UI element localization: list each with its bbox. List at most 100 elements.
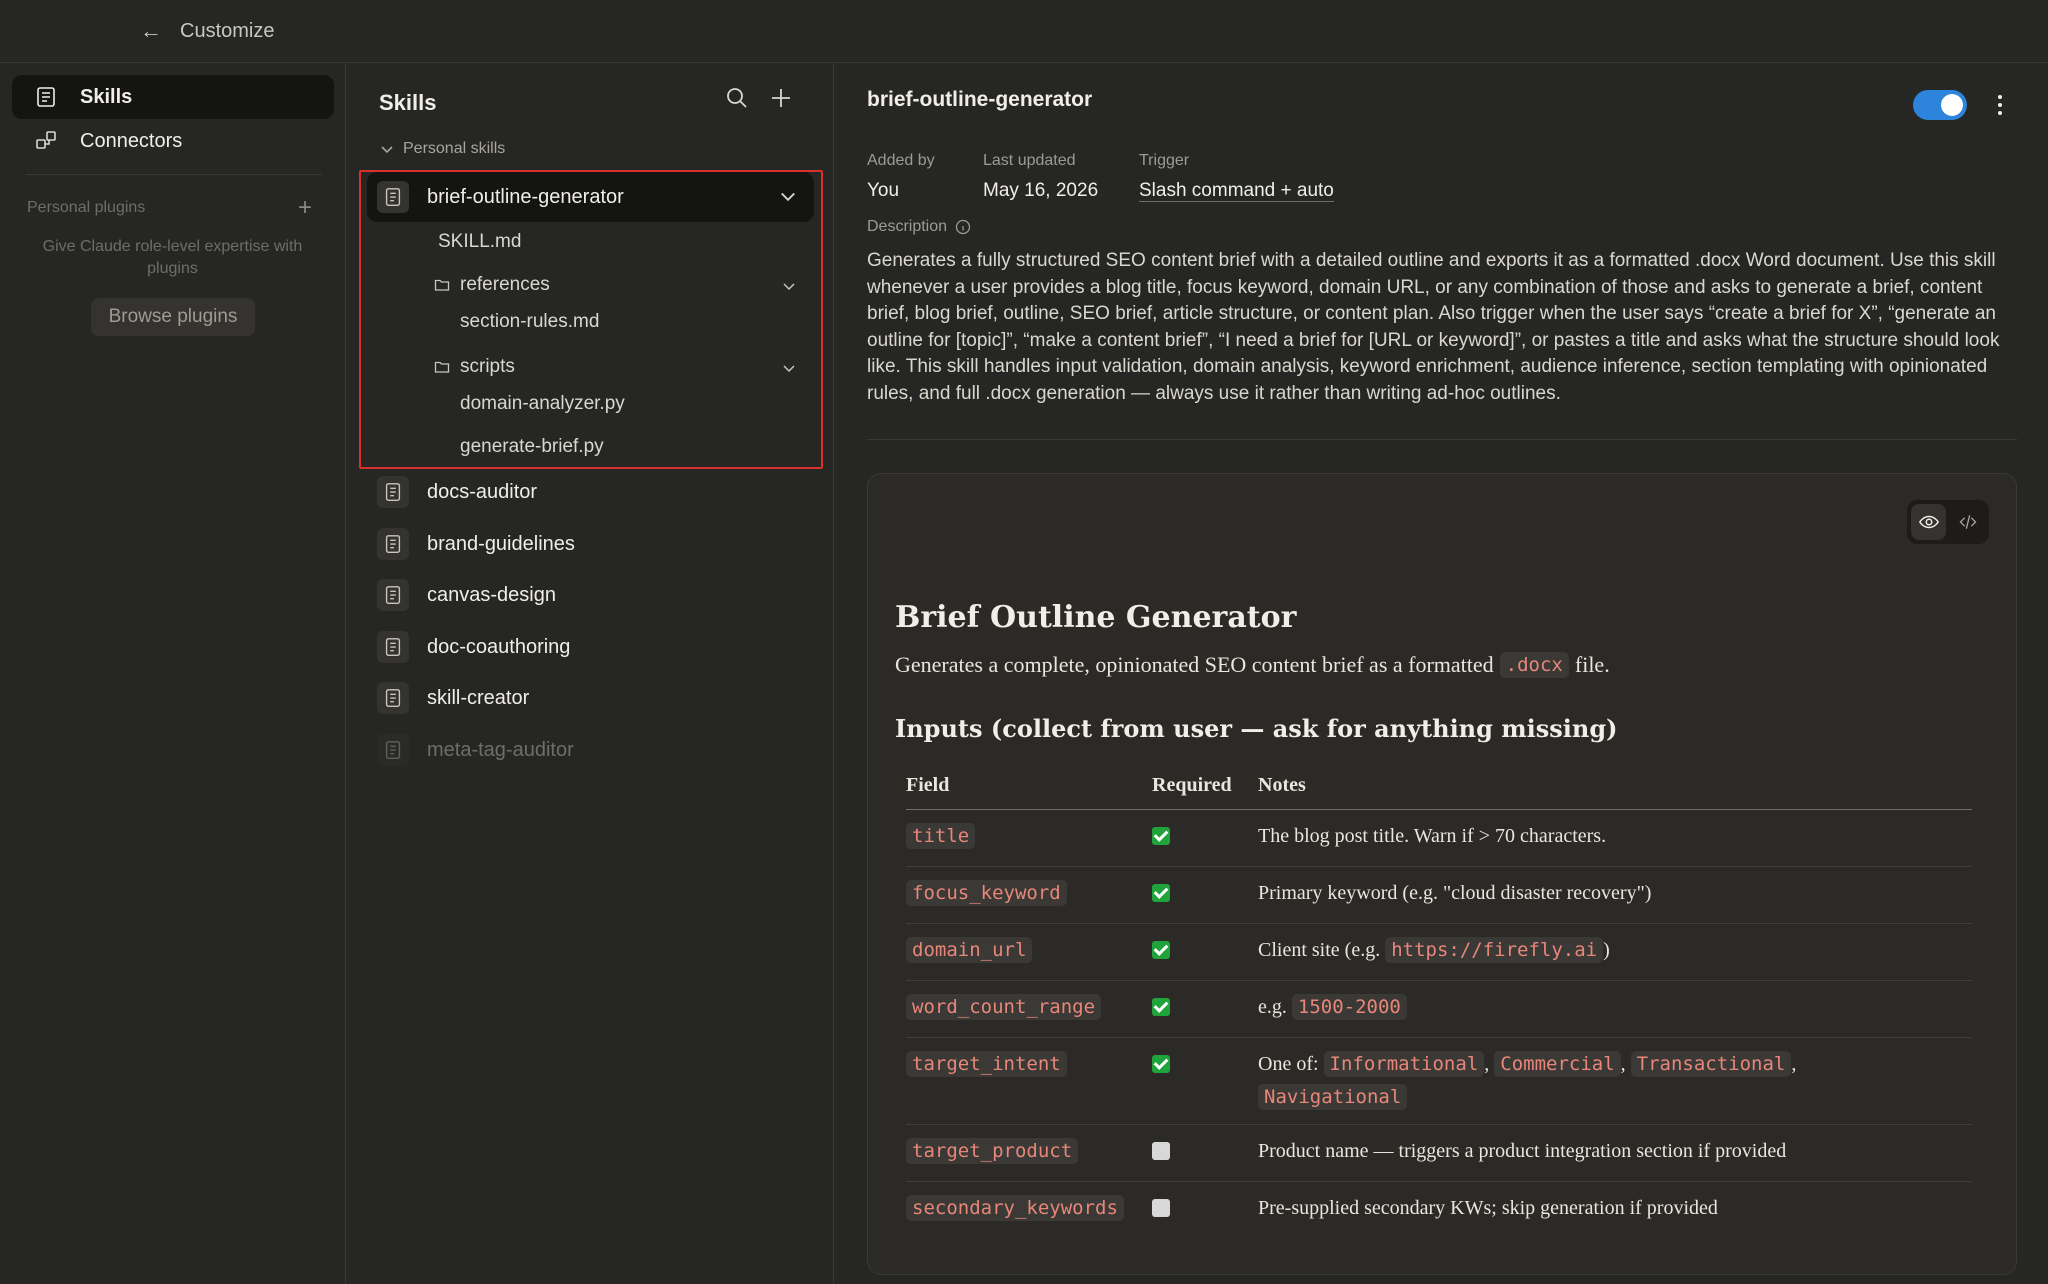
field-code: title	[906, 823, 976, 849]
notes-text: )	[1603, 939, 1610, 961]
notes-text: e.g.	[1258, 996, 1287, 1018]
skills-icon	[37, 87, 55, 107]
folder-name: references	[460, 274, 550, 295]
intro-text: Generates a complete, opinionated SEO co…	[895, 652, 1494, 677]
folder-name: scripts	[460, 356, 515, 377]
preview-eye-icon[interactable]	[1911, 504, 1946, 540]
nav-item-label: Connectors	[80, 129, 183, 152]
meta-label: Added by	[867, 152, 935, 169]
arrow-left-icon[interactable]: ←	[140, 18, 162, 44]
meta-label: Last updated	[983, 152, 1076, 169]
skill-item-doc-coauthoring[interactable]: doc-coauthoring	[367, 622, 814, 672]
inline-code: Informational	[1323, 1051, 1485, 1077]
connectors-icon	[36, 131, 56, 149]
skill-item-brand-guidelines[interactable]: brand-guidelines	[367, 519, 814, 569]
notes-cell: Primary keyword (e.g. "cloud disaster re…	[1258, 866, 1972, 924]
doc-intro: Generates a complete, opinionated SEO co…	[895, 652, 1610, 678]
skill-item-brief-outline-generator[interactable]: brief-outline-generator	[367, 172, 814, 222]
table-row: domain_url Client site (e.g. https://fir…	[906, 923, 1972, 981]
skill-file-icon	[377, 579, 409, 611]
skills-title: Skills	[379, 90, 437, 115]
plugins-hint: Give Claude role-level expertise with pl…	[42, 238, 303, 277]
table-header-row: Field Required Notes	[906, 764, 1972, 810]
add-plugin-icon[interactable]: +	[298, 194, 312, 222]
nav-item-skills[interactable]: Skills	[12, 75, 334, 119]
notes-cell: One of: Informational, Commercial, Trans…	[1258, 1037, 1972, 1125]
chevron-down-icon[interactable]	[781, 278, 797, 294]
skill-item-canvas-design[interactable]: canvas-design	[367, 570, 814, 620]
table-row: word_count_range e.g. 1500-2000	[906, 980, 1972, 1038]
skill-file-icon	[377, 631, 409, 663]
search-icon[interactable]	[725, 86, 747, 108]
more-options-icon[interactable]	[1988, 90, 2012, 120]
doc-subheading: Inputs (collect from user — ask for anyt…	[895, 714, 1618, 743]
table-row: target_intent One of: Informational, Com…	[906, 1037, 1972, 1125]
folder-scripts[interactable]: scripts	[434, 356, 515, 378]
inline-code: Commercial	[1494, 1051, 1621, 1077]
skill-name: doc-coauthoring	[427, 635, 571, 658]
skill-item-skill-creator[interactable]: skill-creator	[367, 673, 814, 723]
skill-name: skill-creator	[427, 686, 530, 709]
meta-value: May 16, 2026	[983, 180, 1099, 201]
nav-item-connectors[interactable]: Connectors	[12, 119, 334, 163]
inline-code: 1500-2000	[1291, 994, 1407, 1020]
unchecked-box-icon	[1152, 1142, 1170, 1160]
notes-cell: Client site (e.g. https://firefly.ai)	[1258, 923, 1972, 981]
skill-item-meta-tag-auditor[interactable]: meta-tag-auditor	[367, 725, 814, 775]
trigger-link[interactable]: Slash command + auto	[1139, 180, 1334, 202]
table-row: title The blog post title. Warn if > 70 …	[906, 809, 1972, 867]
field-code: target_product	[906, 1138, 1079, 1164]
skill-name: docs-auditor	[427, 480, 538, 503]
meta-value: You	[867, 180, 900, 201]
field-code: domain_url	[906, 937, 1033, 963]
browse-plugins-button[interactable]: Browse plugins	[91, 298, 255, 336]
divider	[867, 439, 2017, 440]
column-header: Required	[1152, 764, 1258, 810]
description-label-text: Description	[867, 218, 948, 235]
notes-text: One of:	[1258, 1053, 1319, 1075]
notes-text: Client site (e.g.	[1258, 939, 1381, 961]
skill-md-preview: Brief Outline Generator Generates a comp…	[867, 473, 2017, 1275]
skill-name: meta-tag-auditor	[427, 738, 574, 761]
personal-skills-toggle[interactable]: Personal skills	[379, 140, 505, 158]
code-view-icon[interactable]	[1950, 504, 1985, 540]
folder-references[interactable]: references	[434, 274, 550, 296]
skill-file-icon	[377, 528, 409, 560]
inline-code: Transactional	[1630, 1051, 1792, 1077]
top-bar: ← Customize	[0, 0, 2048, 63]
notes-cell: Product name — triggers a product integr…	[1258, 1124, 1972, 1182]
divider	[26, 174, 322, 175]
field-code: secondary_keywords	[906, 1195, 1124, 1221]
chevron-down-icon[interactable]	[781, 360, 797, 376]
table-row: target_product Product name — triggers a…	[906, 1124, 1972, 1182]
description-label: Description	[867, 218, 971, 236]
folder-icon	[434, 361, 450, 373]
skill-file-icon	[377, 682, 409, 714]
plugins-header: Personal plugins +	[27, 194, 312, 222]
meta-trigger: Trigger Slash command + auto	[1139, 152, 1334, 202]
column-header: Field	[906, 764, 1152, 810]
meta-added-by: Added by You	[867, 152, 935, 202]
table-row: focus_keyword Primary keyword (e.g. "clo…	[906, 866, 1972, 924]
file-skill-md[interactable]: SKILL.md	[438, 231, 521, 253]
column-header: Notes	[1258, 764, 1972, 810]
skill-name: brief-outline-generator	[427, 185, 624, 208]
folder-icon	[434, 279, 450, 291]
table-row: secondary_keywords Pre-supplied secondar…	[906, 1182, 1972, 1239]
inline-code: .docx	[1499, 652, 1569, 678]
notes-cell: Pre-supplied secondary KWs; skip generat…	[1258, 1197, 1718, 1219]
doc-heading: Brief Outline Generator	[895, 600, 1297, 635]
chevron-down-icon[interactable]	[778, 186, 798, 206]
info-icon[interactable]	[955, 219, 971, 235]
file-section-rules[interactable]: section-rules.md	[460, 311, 599, 333]
notes-cell: e.g. 1500-2000	[1258, 980, 1972, 1038]
file-generate-brief[interactable]: generate-brief.py	[460, 436, 604, 458]
file-domain-analyzer[interactable]: domain-analyzer.py	[460, 393, 625, 415]
add-skill-icon[interactable]	[769, 86, 791, 108]
skill-name: brand-guidelines	[427, 532, 575, 555]
enable-toggle[interactable]	[1913, 90, 1967, 120]
page-title: Customize	[180, 19, 275, 42]
meta-label: Trigger	[1139, 152, 1190, 169]
skill-item-docs-auditor[interactable]: docs-auditor	[367, 467, 814, 517]
checkmark-icon	[1152, 998, 1170, 1016]
